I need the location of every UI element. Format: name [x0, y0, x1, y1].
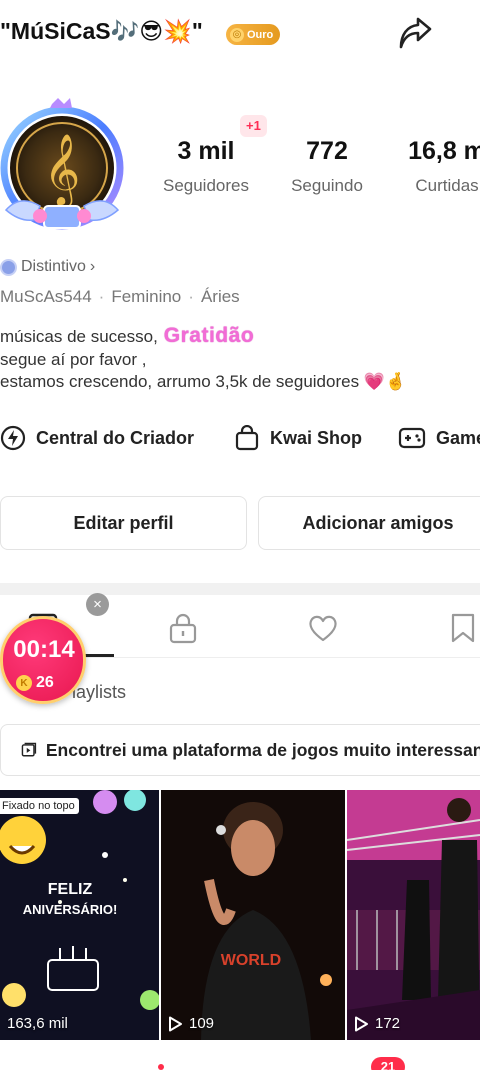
- badge-link-label: Distintivo: [21, 258, 86, 275]
- following-stat[interactable]: 772 Seguindo: [280, 137, 374, 196]
- pinned-tag: Fixado no topo: [0, 798, 79, 814]
- bio: músicas de sucesso, Gratidão segue aí por…: [0, 324, 480, 394]
- bio-gratitude: Gratidão: [163, 324, 255, 347]
- video-tile[interactable]: WORLD 109: [161, 790, 345, 1040]
- svg-text:FELIZ: FELIZ: [48, 881, 93, 898]
- coin-icon: ◎: [230, 27, 244, 42]
- tab-saved[interactable]: [447, 612, 479, 644]
- play-icon: [169, 1016, 182, 1031]
- heart-icon: [309, 615, 337, 642]
- lightning-icon: [0, 425, 26, 451]
- add-friends-button[interactable]: Adicionar amigos: [258, 496, 480, 550]
- followers-delta-badge: +1: [240, 115, 267, 137]
- following-label: Seguindo: [291, 176, 363, 195]
- gamepad-icon: [398, 427, 426, 449]
- notification-count-badge[interactable]: 21: [371, 1057, 405, 1070]
- level-badge[interactable]: ◎ Ouro: [226, 24, 281, 45]
- view-count: 163,6 mil: [7, 1015, 68, 1032]
- promo-bar[interactable]: Encontrei uma plataforma de jogos muito …: [0, 724, 480, 776]
- views-value: 172: [375, 1015, 401, 1032]
- zodiac-sign: Áries: [200, 287, 240, 306]
- close-timer-button[interactable]: ×: [86, 593, 109, 616]
- tab-private[interactable]: [167, 612, 199, 644]
- video-tile[interactable]: 172: [347, 790, 480, 1040]
- bottom-nav-bar: [0, 1042, 480, 1070]
- share-button[interactable]: [396, 16, 434, 54]
- bio-line-2: segue aí por favor ,: [0, 349, 147, 369]
- view-count: 172: [354, 1015, 400, 1032]
- followers-label: Seguidores: [162, 176, 249, 195]
- bookmark-icon: [451, 613, 475, 643]
- section-divider: [0, 583, 480, 595]
- reward-timer-time: 00:14: [13, 636, 75, 663]
- profile-meta: MuScAs544 · Feminino · Áries: [0, 287, 240, 306]
- shopping-bag-icon: [235, 425, 259, 451]
- following-count: 772: [306, 137, 348, 165]
- video-thumbnail: WORLD: [161, 790, 345, 1040]
- views-value: 109: [189, 1015, 215, 1032]
- share-arrow-icon: [399, 17, 432, 49]
- likes-label: Curtidas: [415, 176, 479, 195]
- creator-center-label: Central do Criador: [36, 427, 195, 448]
- reward-coins-count: 26: [36, 674, 54, 691]
- views-value: 163,6 mil: [7, 1015, 68, 1032]
- kwai-shop-label: Kwai Shop: [270, 427, 363, 448]
- svg-text:ANIVERSÁRIO!: ANIVERSÁRIO!: [23, 902, 118, 917]
- gender: Feminino: [111, 287, 182, 306]
- username: MuScAs544: [0, 287, 92, 306]
- coin-icon: K: [16, 675, 32, 691]
- followers-count: 3 mil: [177, 137, 235, 165]
- followers-stat[interactable]: 3 mil Seguidores: [148, 137, 264, 196]
- creator-center-link[interactable]: Central do Criador: [0, 423, 194, 453]
- svg-text:WORLD: WORLD: [221, 952, 281, 969]
- lock-icon: [169, 613, 197, 644]
- tab-liked[interactable]: [307, 612, 339, 644]
- badge-link[interactable]: Distintivo ›: [0, 258, 95, 276]
- video-thumbnail: FELIZ ANIVERSÁRIO!: [0, 790, 159, 1040]
- bio-line-3: estamos crescendo, arrumo 3,5k de seguid…: [0, 372, 407, 391]
- video-thumbnail: [347, 790, 480, 1040]
- bio-line-1: músicas de sucesso,: [0, 327, 158, 346]
- playlist-play-icon: [21, 742, 37, 757]
- badge-shield-icon: [0, 258, 17, 276]
- view-count: 109: [168, 1015, 214, 1032]
- level-badge-label: Ouro: [247, 28, 274, 41]
- avatar[interactable]: 𝄞: [0, 98, 130, 238]
- play-icon: [355, 1016, 368, 1031]
- edit-profile-button[interactable]: Editar perfil: [0, 496, 247, 550]
- reward-timer-coins: K 26: [16, 674, 54, 692]
- video-tile[interactable]: FELIZ ANIVERSÁRIO! Fixado no topo 163,6 …: [0, 790, 159, 1040]
- kwai-shop-link[interactable]: Kwai Shop: [234, 423, 362, 453]
- notification-dot: [158, 1064, 164, 1070]
- likes-stat[interactable]: 16,8 m Curtidas: [392, 137, 480, 196]
- profile-name: "MúSiCaS🎶😎💥": [0, 18, 203, 44]
- likes-count: 16,8 m: [408, 137, 480, 165]
- chevron-right-icon: ›: [89, 258, 96, 275]
- svg-text:𝄞: 𝄞: [44, 132, 81, 208]
- games-link[interactable]: Games: [398, 423, 480, 453]
- games-label: Games: [436, 427, 480, 448]
- promo-text: Encontrei uma plataforma de jogos muito …: [45, 739, 480, 760]
